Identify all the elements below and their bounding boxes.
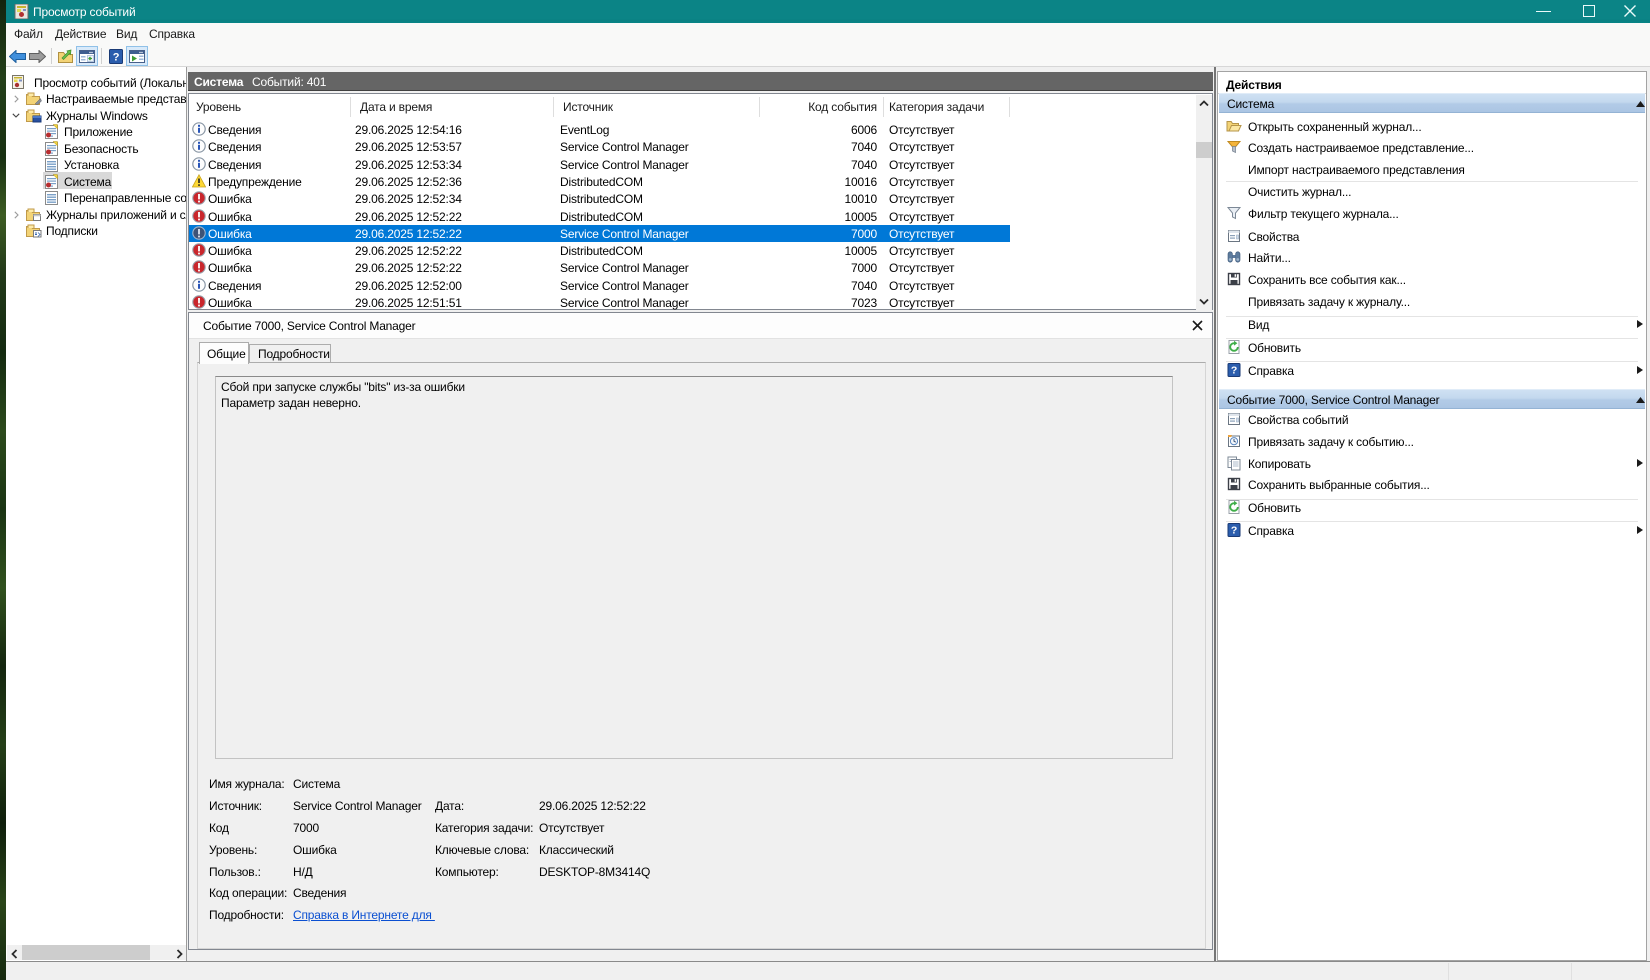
svg-text:?: ?	[1231, 524, 1237, 536]
svg-text:?: ?	[1231, 364, 1237, 376]
svg-text:?: ?	[113, 52, 120, 64]
